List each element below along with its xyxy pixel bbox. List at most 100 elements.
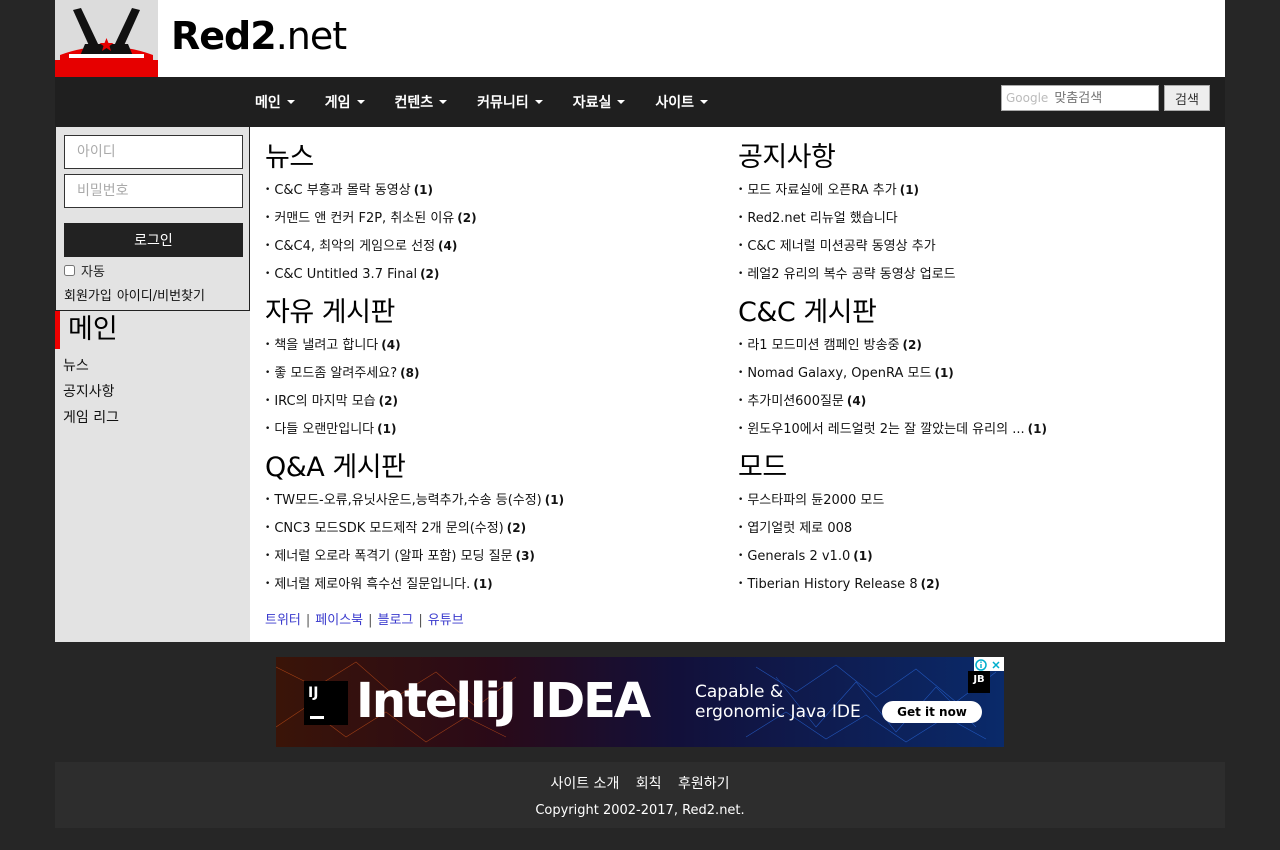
section-title[interactable]: Q&A 게시판 <box>265 450 715 486</box>
google-logo: Google <box>1006 91 1049 105</box>
section-title[interactable]: 자유 게시판 <box>265 295 715 331</box>
post-item[interactable]: • 레얼2 유리의 복수 공략 동영상 업로드 <box>738 260 1188 288</box>
post-title[interactable]: 다들 오랜만입니다 <box>274 422 374 437</box>
nav-item-site[interactable]: 사이트 <box>655 92 708 112</box>
sidebar-item-notice[interactable]: 공지사항 <box>63 381 115 401</box>
site-title[interactable]: Red2.net <box>171 14 347 58</box>
section-title[interactable]: 모드 <box>738 450 1188 486</box>
post-title[interactable]: 커맨드 앤 컨커 F2P, 취소된 이유 <box>274 211 454 226</box>
section-title[interactable]: C&C 게시판 <box>738 295 1188 331</box>
search-field[interactable]: Google <box>1001 85 1159 111</box>
post-item[interactable]: • Tiberian History Release 8 (2) <box>738 570 1188 598</box>
post-item[interactable]: • 윈도우10에서 레드얼럿 2는 잘 깔았는데 유리의 ... (1) <box>738 415 1188 443</box>
main-content: 뉴스 • C&C 부흥과 몰락 동영상 (1) • 커맨드 앤 컨커 F2P, 취소된 이… <box>250 127 1225 642</box>
post-title[interactable]: TW모드-오류,유닛사운드,능력추가,수송 등(수정) <box>274 493 541 508</box>
post-item[interactable]: • 제너럴 제로아워 흑수선 질문입니다. (1) <box>265 570 715 598</box>
auto-login-checkbox[interactable] <box>64 265 75 276</box>
ad-cta-button[interactable]: Get it now <box>882 701 982 723</box>
post-title[interactable]: 엽기얼럿 제로 008 <box>747 521 852 536</box>
post-title[interactable]: 좋 모드좀 알려주세요? <box>274 366 397 381</box>
sidebar-item-game-league[interactable]: 게임 리그 <box>63 407 119 427</box>
post-item[interactable]: • 엽기얼럿 제로 008 <box>738 514 1188 542</box>
post-item[interactable]: • 무스타파의 듄2000 모드 <box>738 486 1188 514</box>
login-button[interactable]: 로그인 <box>64 223 243 257</box>
bullet-icon: • <box>738 340 744 350</box>
search-input[interactable] <box>1054 90 1155 106</box>
post-title[interactable]: Generals 2 v1.0 <box>747 549 850 564</box>
post-title[interactable]: 레얼2 유리의 복수 공략 동영상 업로드 <box>747 267 955 282</box>
post-item[interactable]: • CNC3 모드SDK 모드제작 2개 문의(수정) (2) <box>265 514 715 542</box>
auto-login[interactable]: 자동 <box>64 261 105 280</box>
post-title[interactable]: 윈도우10에서 레드얼럿 2는 잘 깔았는데 유리의 ... <box>747 422 1024 437</box>
post-title[interactable]: C&C Untitled 3.7 Final <box>274 267 417 282</box>
post-item[interactable]: • 좋 모드좀 알려주세요? (8) <box>265 359 715 387</box>
comment-count: (1) <box>853 549 873 563</box>
facebook-link[interactable]: 페이스북 <box>315 613 363 628</box>
search-button[interactable]: 검색 <box>1164 85 1210 111</box>
nav-item-archive[interactable]: 자료실 <box>573 92 626 112</box>
bullet-icon: • <box>265 495 271 505</box>
comment-count: (2) <box>420 267 440 281</box>
footer-rules-link[interactable]: 회칙 <box>636 776 662 792</box>
section-title[interactable]: 공지사항 <box>738 140 1188 176</box>
post-title[interactable]: C&C 제너럴 미션공략 동영상 추가 <box>747 239 935 254</box>
post-title[interactable]: 무스타파의 듄2000 모드 <box>747 493 884 508</box>
post-title[interactable]: 제너럴 제로아워 흑수선 질문입니다. <box>274 577 470 592</box>
comment-count: (2) <box>902 338 922 352</box>
footer-about-link[interactable]: 사이트 소개 <box>550 776 619 792</box>
id-input[interactable] <box>64 135 243 169</box>
post-title[interactable]: C&C 부흥과 몰락 동영상 <box>274 183 410 198</box>
twitter-link[interactable]: 트위터 <box>265 613 301 628</box>
post-item[interactable]: • 추가미션600질문 (4) <box>738 387 1188 415</box>
section-title[interactable]: 뉴스 <box>265 140 715 176</box>
post-item[interactable]: • IRC의 마지막 모습 (2) <box>265 387 715 415</box>
bullet-icon: • <box>265 269 271 279</box>
post-item[interactable]: • 모드 자료실에 오픈RA 추가 (1) <box>738 176 1188 204</box>
signup-link[interactable]: 회원가입 <box>64 289 112 304</box>
ad-banner[interactable]: IJ IntelliJ IDEA Capable & ergonomic Java… <box>276 657 1004 747</box>
post-item[interactable]: • C&C4, 최악의 게임으로 선정 (4) <box>265 232 715 260</box>
ad-choices-icon[interactable] <box>974 657 1004 671</box>
nav-item-main[interactable]: 메인 <box>255 92 295 112</box>
post-item[interactable]: • 커맨드 앤 컨커 F2P, 취소된 이유 (2) <box>265 204 715 232</box>
post-item[interactable]: • Red2.net 리뉴얼 했습니다 <box>738 204 1188 232</box>
nav-item-community[interactable]: 커뮤니티 <box>477 92 543 112</box>
youtube-link[interactable]: 유튜브 <box>428 613 464 628</box>
post-item[interactable]: • Nomad Galaxy, OpenRA 모드 (1) <box>738 359 1188 387</box>
post-item[interactable]: • 다들 오랜만입니다 (1) <box>265 415 715 443</box>
password-input[interactable] <box>64 174 243 208</box>
post-item[interactable]: • C&C 제너럴 미션공략 동영상 추가 <box>738 232 1188 260</box>
post-title[interactable]: C&C4, 최악의 게임으로 선정 <box>274 239 435 254</box>
caret-down-icon <box>286 100 295 104</box>
post-item[interactable]: • 제너럴 오로라 폭격기 (알파 포함) 모딩 질문 (3) <box>265 542 715 570</box>
sidebar: 로그인 자동 회원가입 아이디/비번찾기 메인 뉴스 공지사항 게임 리그 <box>55 127 250 642</box>
find-account-link[interactable]: 아이디/비번찾기 <box>117 289 205 304</box>
post-item[interactable]: • C&C Untitled 3.7 Final (2) <box>265 260 715 288</box>
post-title[interactable]: Nomad Galaxy, OpenRA 모드 <box>747 366 931 381</box>
sidebar-item-news[interactable]: 뉴스 <box>63 355 89 375</box>
post-title[interactable]: CNC3 모드SDK 모드제작 2개 문의(수정) <box>274 521 503 536</box>
post-item[interactable]: • TW모드-오류,유닛사운드,능력추가,수송 등(수정) (1) <box>265 486 715 514</box>
nav-item-contents[interactable]: 컨텐츠 <box>395 92 448 112</box>
post-title[interactable]: 추가미션600질문 <box>747 394 844 409</box>
blog-link[interactable]: 블로그 <box>378 613 414 628</box>
post-title[interactable]: Tiberian History Release 8 <box>747 577 917 592</box>
post-item[interactable]: • 책을 낼려고 합니다 (4) <box>265 331 715 359</box>
bullet-icon: • <box>265 396 271 406</box>
footer-donate-link[interactable]: 후원하기 <box>678 776 730 792</box>
post-item[interactable]: • Generals 2 v1.0 (1) <box>738 542 1188 570</box>
post-title[interactable]: 모드 자료실에 오픈RA 추가 <box>747 183 896 198</box>
site-logo-icon[interactable] <box>55 0 158 77</box>
post-title[interactable]: 라1 모드미션 캠페인 방송중 <box>747 338 899 353</box>
nav-item-game[interactable]: 게임 <box>325 92 365 112</box>
ad-product-name: IntelliJ IDEA <box>356 673 651 729</box>
comment-count: (1) <box>377 422 397 436</box>
post-item[interactable]: • 라1 모드미션 캠페인 방송중 (2) <box>738 331 1188 359</box>
post-title[interactable]: Red2.net 리뉴얼 했습니다 <box>747 211 897 226</box>
post-title[interactable]: 책을 낼려고 합니다 <box>274 338 378 353</box>
footer-links: 사이트 소개 회칙 후원하기 <box>55 773 1225 793</box>
post-title[interactable]: IRC의 마지막 모습 <box>274 394 375 409</box>
post-title[interactable]: 제너럴 오로라 폭격기 (알파 포함) 모딩 질문 <box>274 549 512 564</box>
post-item[interactable]: • C&C 부흥과 몰락 동영상 (1) <box>265 176 715 204</box>
bullet-icon: • <box>738 185 744 195</box>
